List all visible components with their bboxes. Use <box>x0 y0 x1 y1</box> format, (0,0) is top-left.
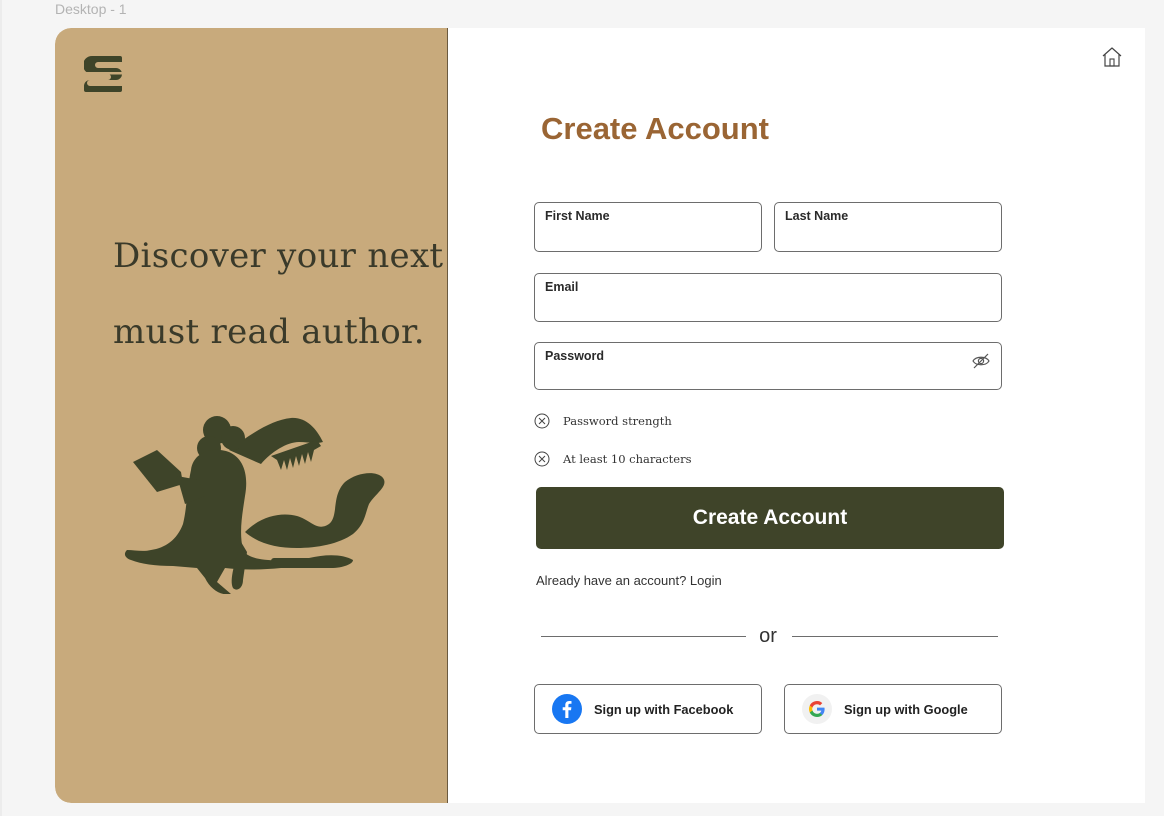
facebook-signup-label: Sign up with Facebook <box>594 701 734 717</box>
google-icon <box>802 694 832 724</box>
person-reading-book-illustration <box>124 416 385 594</box>
brand-panel: Discover your next must read author. <box>55 28 448 803</box>
divider-or: or <box>759 625 777 647</box>
first-name-input[interactable] <box>544 227 721 245</box>
rule-min-length-text: At least 10 characters <box>563 452 692 466</box>
last-name-label: Last Name <box>785 209 849 223</box>
email-input[interactable] <box>544 297 961 315</box>
create-account-button[interactable]: Create Account <box>536 487 1004 549</box>
facebook-icon <box>552 694 582 724</box>
tagline: Discover your next must read author. <box>113 218 443 370</box>
tagline-line-2: must read author. <box>113 312 425 352</box>
page-title: Create Account <box>541 111 769 146</box>
tagline-line-1: Discover your next <box>113 236 444 276</box>
x-circle-icon <box>534 451 550 467</box>
last-name-field[interactable]: Last Name <box>774 202 1002 252</box>
x-circle-icon <box>534 413 550 429</box>
rule-min-length: At least 10 characters <box>534 451 692 467</box>
eye-off-icon[interactable] <box>971 352 991 370</box>
stacked-s-logo-icon <box>84 56 122 92</box>
google-signup-button[interactable]: Sign up with Google <box>784 684 1002 734</box>
frame-label: Desktop - 1 <box>55 1 127 17</box>
signup-card: Discover your next must read author. Cre… <box>55 28 1145 803</box>
home-icon[interactable] <box>1101 46 1123 68</box>
divider-line-left <box>541 636 746 637</box>
password-label: Password <box>545 349 605 363</box>
divider-line-right <box>792 636 998 637</box>
google-signup-label: Sign up with Google <box>844 701 968 717</box>
password-field[interactable]: Password <box>534 342 1002 390</box>
rule-password-strength-text: Password strength <box>563 414 672 428</box>
signup-form-panel: Create Account First Name Last Name Emai… <box>448 28 1145 803</box>
last-name-input[interactable] <box>784 227 961 245</box>
first-name-label: First Name <box>545 209 610 223</box>
rule-password-strength: Password strength <box>534 413 672 429</box>
first-name-field[interactable]: First Name <box>534 202 762 252</box>
canvas-edge <box>0 0 2 816</box>
login-link[interactable]: Already have an account? Login <box>536 573 722 588</box>
facebook-signup-button[interactable]: Sign up with Facebook <box>534 684 762 734</box>
email-field[interactable]: Email <box>534 273 1002 322</box>
password-input[interactable] <box>544 365 961 383</box>
email-label: Email <box>545 280 579 294</box>
